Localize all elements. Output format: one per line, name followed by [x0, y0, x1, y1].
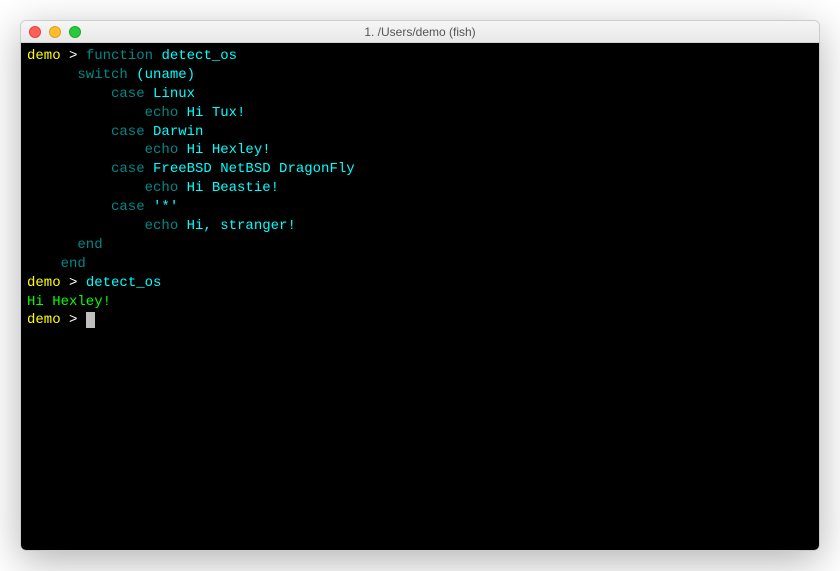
echo-arg: Hi Hexley! [187, 142, 271, 158]
code-line: switch (uname) [27, 66, 813, 85]
close-icon[interactable] [29, 26, 41, 38]
command: detect_os [86, 275, 162, 291]
prompt-sep: > [61, 312, 86, 328]
command-line: demo > detect_os [27, 274, 813, 293]
switch-arg: uname [145, 67, 187, 83]
code-line: echo Hi, stranger! [27, 217, 813, 236]
keyword-function: function [86, 48, 153, 64]
code-line: case FreeBSD NetBSD DragonFly [27, 160, 813, 179]
code-line: echo Hi Hexley! [27, 141, 813, 160]
titlebar[interactable]: 1. /Users/demo (fish) [21, 21, 819, 43]
prompt-user: demo [27, 275, 61, 291]
code-line: echo Hi Beastie! [27, 179, 813, 198]
output-line: Hi Hexley! [27, 293, 813, 312]
keyword-echo: echo [145, 180, 179, 196]
keyword-case: case [111, 124, 145, 140]
code-line: case Darwin [27, 123, 813, 142]
code-line: case '*' [27, 198, 813, 217]
window-title: 1. /Users/demo (fish) [21, 25, 819, 39]
keyword-case: case [111, 199, 145, 215]
keyword-end: end [61, 256, 86, 272]
keyword-echo: echo [145, 218, 179, 234]
keyword-echo: echo [145, 142, 179, 158]
code-line: case Linux [27, 85, 813, 104]
cursor-icon [86, 312, 95, 328]
case-value: FreeBSD NetBSD DragonFly [153, 161, 355, 177]
echo-arg: Hi, stranger! [187, 218, 296, 234]
case-value: '*' [153, 199, 178, 215]
window-controls [21, 26, 81, 38]
paren: ( [128, 67, 145, 83]
echo-arg: Hi Tux! [187, 105, 246, 121]
terminal-window: 1. /Users/demo (fish) demo > function de… [20, 20, 820, 551]
code-line: demo > function detect_os [27, 47, 813, 66]
echo-arg: Hi Beastie! [187, 180, 279, 196]
keyword-switch: switch [77, 67, 127, 83]
prompt-sep: > [61, 48, 86, 64]
output-text: Hi Hexley! [27, 294, 111, 310]
prompt-user: demo [27, 312, 61, 328]
prompt-line: demo > [27, 311, 813, 330]
paren: ) [187, 67, 195, 83]
prompt-user: demo [27, 48, 61, 64]
function-name: detect_os [161, 48, 237, 64]
case-value: Darwin [153, 124, 203, 140]
code-line: end [27, 255, 813, 274]
case-value: Linux [153, 86, 195, 102]
terminal-body[interactable]: demo > function detect_os switch (uname)… [21, 43, 819, 550]
zoom-icon[interactable] [69, 26, 81, 38]
keyword-end: end [77, 237, 102, 253]
keyword-case: case [111, 161, 145, 177]
code-line: echo Hi Tux! [27, 104, 813, 123]
prompt-sep: > [61, 275, 86, 291]
keyword-echo: echo [145, 105, 179, 121]
minimize-icon[interactable] [49, 26, 61, 38]
code-line: end [27, 236, 813, 255]
keyword-case: case [111, 86, 145, 102]
